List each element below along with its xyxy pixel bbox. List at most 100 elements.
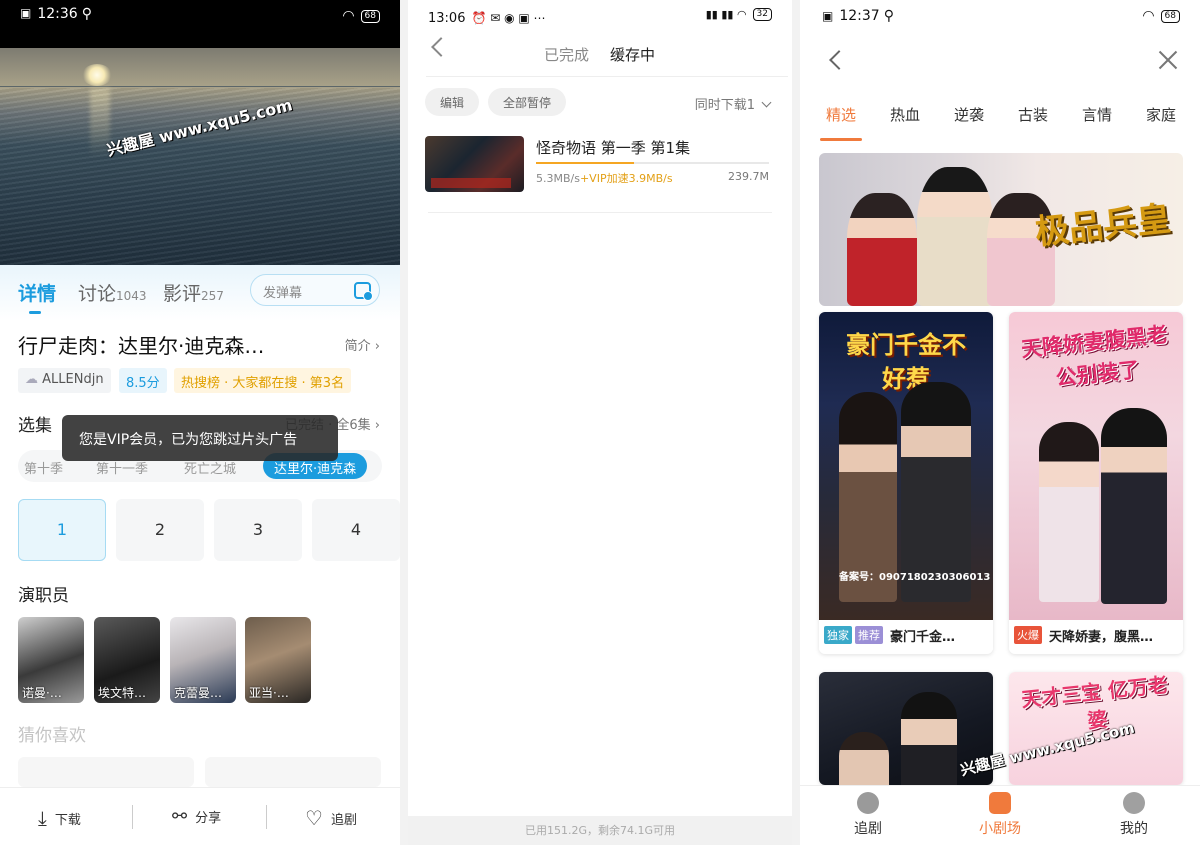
card-caption: 天降娇妻，腹黑… [1049, 629, 1154, 645]
registration-number: 备案号：0907180230306013 [839, 572, 991, 583]
drama-card[interactable]: 天降娇妻腹黑老公别装了 火爆 天降娇妻，腹黑… [1009, 312, 1183, 654]
status-bar: 13:06 ⏰ ✉ ◉ ▣ ⋯ ▮▮ ▮▮ ◠ 32 [408, 0, 792, 36]
tab-caching[interactable]: 缓存中 [610, 44, 655, 65]
bottom-nav: 追剧 小剧场 我的 [800, 785, 1200, 845]
chevron-right-icon: › [374, 339, 380, 354]
episode-button[interactable]: 4 [312, 499, 400, 561]
poster-figure [1101, 408, 1167, 604]
episode-button[interactable]: 2 [116, 499, 204, 561]
signal-icon: ▮▮ ▮▮ ◠ [705, 8, 747, 21]
tab-completed[interactable]: 已完成 [544, 44, 589, 65]
chevron-right-icon: › [374, 418, 380, 433]
cast-card[interactable]: 诺曼·… [18, 617, 84, 703]
status-time: 12:36 [37, 6, 78, 22]
vip-speed-text: +VIP加速3.9MB/s [579, 172, 673, 185]
detail-tabs: 详情 讨论1043 影评257 发弹幕 [0, 265, 400, 321]
drama-poster: 天降娇妻腹黑老公别装了 [1009, 312, 1183, 620]
episode-thumbnail[interactable] [425, 136, 524, 192]
divider [428, 212, 772, 213]
pause-all-button[interactable]: 全部暂停 [488, 88, 567, 116]
divider [266, 805, 267, 829]
share-label: 分享 [195, 811, 222, 826]
season-item[interactable]: 第十季 [24, 458, 63, 477]
hot-rank-chip[interactable]: 热搜榜 · 大家都在搜 · 第3名 [174, 368, 352, 393]
download-icon: ⤓ [38, 806, 47, 830]
danmu-placeholder: 发弹幕 [263, 286, 303, 301]
recommend-heading: 猜你喜欢 [18, 726, 86, 746]
download-title: 怪奇物语 第一季 第1集 [536, 139, 691, 157]
profile-icon [1123, 792, 1145, 814]
featured-banner[interactable]: 极品兵皇 [819, 153, 1183, 306]
follow-icon [857, 792, 879, 814]
poster-title: 豪门千金不好惹 [846, 331, 966, 393]
category-tab[interactable]: 精选 [826, 104, 856, 125]
nav-follow[interactable]: 追剧 [808, 788, 928, 838]
tag-recommended: 推荐 [855, 626, 883, 644]
user-icon: ☁ [25, 372, 43, 387]
back-icon[interactable] [431, 37, 451, 57]
video-horizon [0, 86, 400, 87]
simultaneous-download-select[interactable]: 同时下载1 [695, 94, 772, 113]
tab-details-label: 详情 [18, 283, 57, 305]
chevron-down-icon [761, 97, 772, 108]
back-icon[interactable] [829, 50, 849, 70]
follow-label: 追剧 [330, 812, 357, 828]
tab-discussion[interactable]: 讨论1043 [78, 279, 147, 306]
download-size: 239.7M [728, 170, 769, 183]
wifi-icon: ◠ [1142, 8, 1155, 24]
banner-figure [917, 167, 993, 306]
tag-hot: 火爆 [1014, 626, 1042, 644]
tab-reviews[interactable]: 影评257 [163, 279, 224, 306]
nav-short-drama[interactable]: 小剧场 [940, 788, 1060, 838]
cast-card[interactable]: 亚当·… [245, 617, 311, 703]
video-player[interactable]: 兴趣屋 www.xqu5.com [0, 48, 400, 265]
drama-card[interactable]: 豪门千金不好惹 备案号：0907180230306013 独家 推荐 豪门千金… [819, 312, 993, 654]
thumbnail-logo-bar [431, 178, 511, 188]
cast-card[interactable]: 埃文特… [94, 617, 160, 703]
poster-figure [1039, 422, 1099, 602]
episodes-heading: 选集 [18, 416, 52, 436]
search-status-icon: ⚲ [883, 8, 894, 24]
share-button[interactable]: ⚯ 分享 [172, 806, 221, 827]
close-icon[interactable] [1158, 50, 1178, 70]
nav-mine-label: 我的 [1120, 821, 1148, 837]
nav-mine[interactable]: 我的 [1074, 788, 1194, 838]
divider [426, 76, 788, 77]
storage-status: 已用151.2G，剩余74.1G可用 [408, 816, 792, 845]
poster-figure [901, 692, 957, 785]
danmu-input[interactable]: 发弹幕 [250, 274, 380, 306]
download-button[interactable]: ⤓ 下载 [38, 806, 81, 830]
video-sun [82, 64, 112, 86]
status-bar: ▣ 12:36 ⚲ ◠ 68 [0, 0, 400, 48]
tab-reviews-count: 257 [201, 289, 224, 303]
uploader-chip[interactable]: ☁ ALLENdjn [18, 368, 111, 393]
speed-text: 5.3MB/s [536, 172, 580, 185]
cast-name: 埃文特… [98, 686, 147, 700]
tag-exclusive: 独家 [824, 626, 852, 644]
download-manager-screen: 13:06 ⏰ ✉ ◉ ▣ ⋯ ▮▮ ▮▮ ◠ 32 已完成 缓存中 编辑 全部暂… [408, 0, 792, 845]
danmu-settings-icon[interactable] [354, 282, 373, 301]
category-tab[interactable]: 古装 [1018, 104, 1048, 125]
panel-gap [792, 0, 800, 845]
episode-button[interactable]: 3 [214, 499, 302, 561]
category-tab[interactable]: 言情 [1082, 104, 1112, 125]
tab-details[interactable]: 详情 [18, 279, 56, 306]
category-tab[interactable]: 逆袭 [954, 104, 984, 125]
tab-discussion-label: 讨论 [78, 283, 117, 305]
download-progress [536, 162, 769, 164]
follow-button[interactable]: ♡ 追剧 [305, 806, 357, 830]
recommend-placeholder [18, 757, 194, 787]
nav-follow-label: 追剧 [854, 821, 882, 837]
category-tab[interactable]: 家庭 [1146, 104, 1176, 125]
category-underline [820, 138, 862, 141]
edit-button[interactable]: 编辑 [425, 88, 480, 116]
cast-card[interactable]: 克蕾曼… [170, 617, 236, 703]
category-tab[interactable]: 热血 [890, 104, 920, 125]
download-label: 下载 [54, 812, 81, 828]
battery-icon: 68 [1160, 9, 1180, 23]
drama-poster: 豪门千金不好惹 备案号：0907180230306013 [819, 312, 993, 620]
nav-short-drama-label: 小剧场 [979, 821, 1021, 837]
episode-button[interactable]: 1 [18, 499, 106, 561]
status-bar: ▣ 12:37 ⚲ ◠ 68 [800, 0, 1200, 32]
intro-link[interactable]: 简介 › [345, 335, 380, 354]
